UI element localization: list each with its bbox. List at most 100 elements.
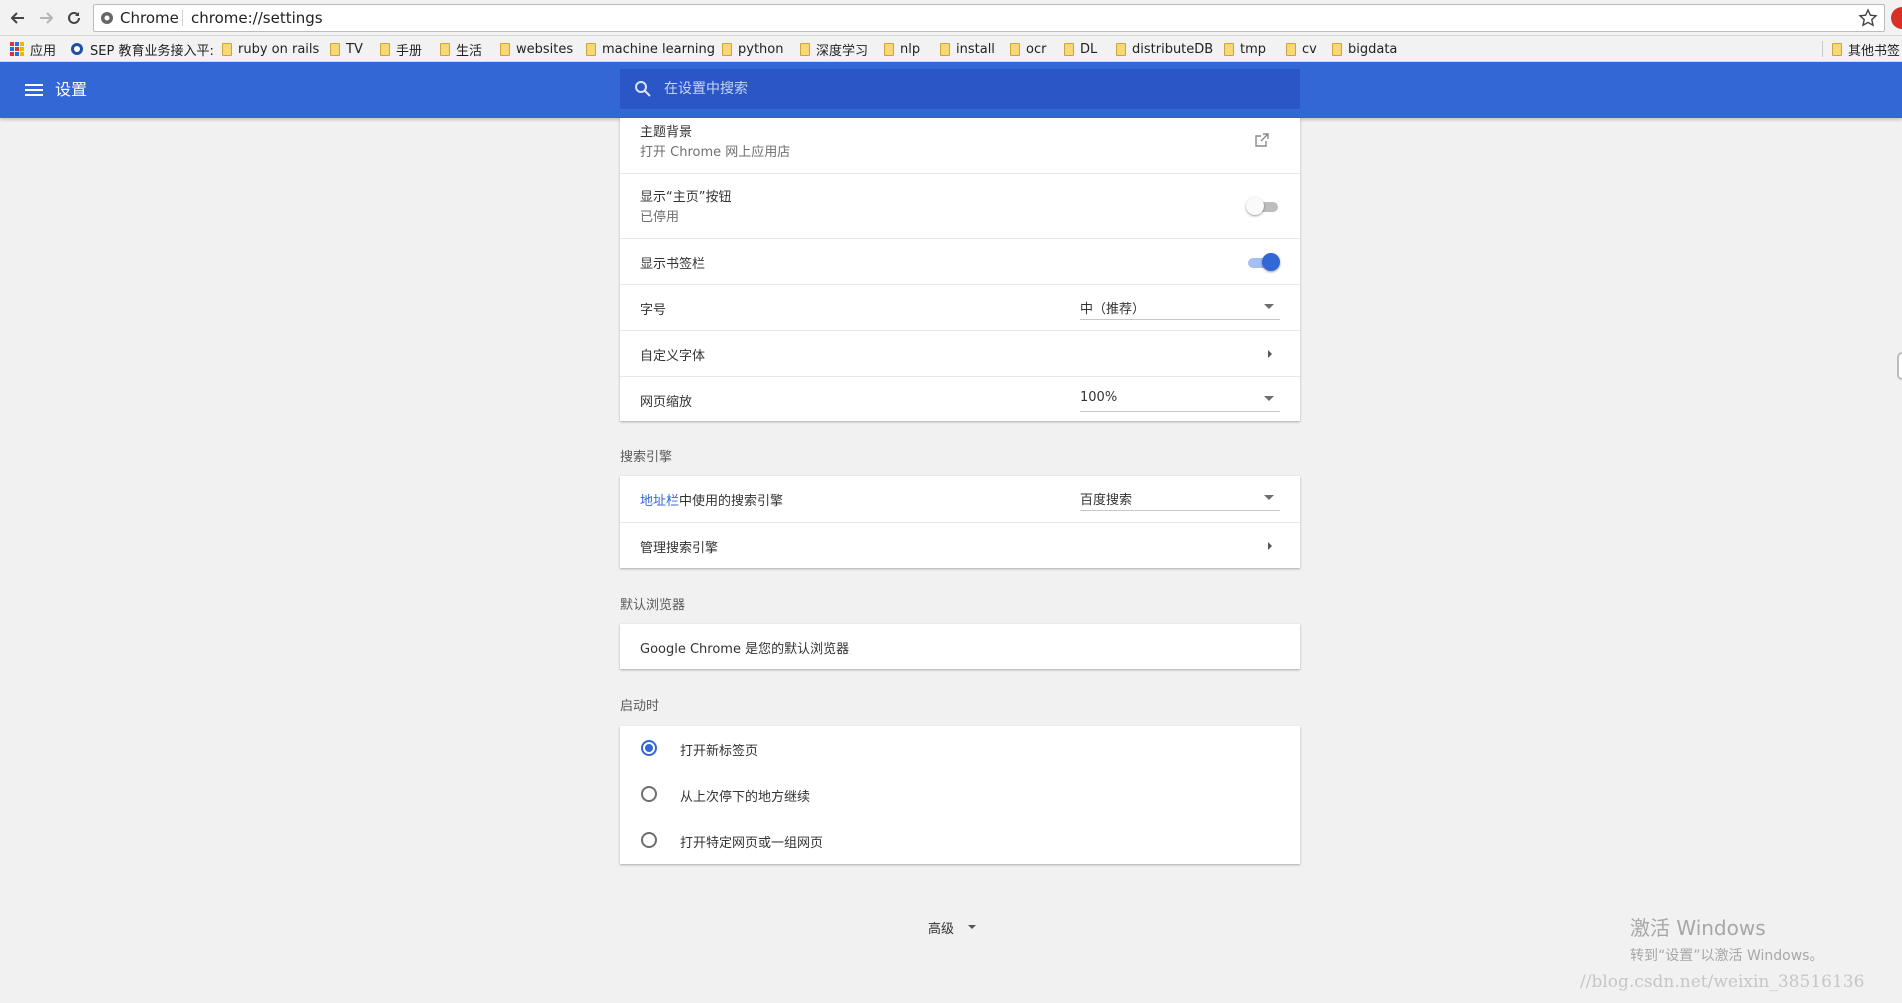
startup-option[interactable]: 打开特定网页或一组网页 <box>620 818 1300 864</box>
chrome-logo-icon <box>101 12 113 24</box>
theme-row[interactable]: 主题背景 打开 Chrome 网上应用店 <box>620 118 1300 173</box>
bookmark-folder-nlp[interactable]: nlp <box>884 36 920 62</box>
chevron-right-icon <box>1268 542 1272 550</box>
search-icon <box>635 81 651 97</box>
forward-arrow-icon[interactable] <box>34 6 58 30</box>
hamburger-menu-icon[interactable] <box>22 78 46 102</box>
reload-icon[interactable] <box>62 6 86 30</box>
search-input[interactable] <box>664 69 1284 109</box>
folder-icon <box>440 42 450 56</box>
font-size-row: 字号 中（推荐） <box>620 284 1300 330</box>
bookmark-folder-tv[interactable]: TV <box>330 36 363 62</box>
watermark-title: 激活 Windows <box>1630 916 1766 940</box>
bookmark-sep[interactable]: SEP 教育业务接入平: <box>70 36 214 62</box>
chevron-down-icon <box>968 925 977 929</box>
address-separator <box>182 10 183 26</box>
address-bar-link[interactable]: 地址栏 <box>640 494 679 509</box>
radio-button-checked[interactable] <box>641 740 657 756</box>
chevron-right-icon <box>1268 350 1272 358</box>
custom-fonts-label: 自定义字体 <box>640 349 706 364</box>
folder-icon <box>1832 42 1842 56</box>
page-zoom-label: 网页缩放 <box>640 395 693 410</box>
startup-option-label: 打开新标签页 <box>680 744 759 759</box>
bookmarks-bar-row[interactable]: 显示书签栏 <box>620 238 1300 284</box>
bookmark-folder-ruby[interactable]: ruby on rails <box>222 36 319 62</box>
bookmarks-bar: 应用 SEP 教育业务接入平: ruby on rails TV 手册 生活 w… <box>0 36 1902 62</box>
bookmark-folder-distributedb[interactable]: distributeDB <box>1116 36 1213 62</box>
side-panel-handle[interactable] <box>1897 352 1902 380</box>
bookmark-folder-dl-cn[interactable]: 深度学习 <box>800 36 868 62</box>
bookmark-folder-websites[interactable]: websites <box>500 36 573 62</box>
folder-icon <box>940 42 950 56</box>
custom-fonts-row[interactable]: 自定义字体 <box>620 330 1300 376</box>
folder-icon <box>1116 42 1126 56</box>
bookmark-folder-bigdata[interactable]: bigdata <box>1332 36 1397 62</box>
manage-search-engines-row[interactable]: 管理搜索引擎 <box>620 522 1300 568</box>
dropdown-caret-icon <box>1264 495 1274 500</box>
page-zoom-value: 100% <box>1080 390 1118 405</box>
address-bar-engine-label: 地址栏中使用的搜索引擎 <box>640 490 783 509</box>
startup-option-label: 打开特定网页或一组网页 <box>680 836 824 851</box>
bookmark-apps[interactable]: 应用 <box>10 36 56 62</box>
back-arrow-icon[interactable] <box>6 6 30 30</box>
default-browser-status: Google Chrome 是您的默认浏览器 <box>640 642 850 657</box>
external-link-icon[interactable] <box>1254 132 1270 148</box>
home-button-row[interactable]: 显示“主页”按钮 已停用 <box>620 173 1300 238</box>
home-button-toggle[interactable] <box>1246 196 1280 216</box>
search-engine-select[interactable]: 百度搜索 <box>1080 485 1280 511</box>
bookmark-folder-other[interactable]: 其他书签 <box>1832 36 1900 62</box>
radio-button[interactable] <box>641 832 657 848</box>
bookmark-label: nlp <box>900 41 921 57</box>
bookmark-label: cv <box>1302 41 1317 57</box>
folder-icon <box>330 42 340 56</box>
page-zoom-select[interactable]: 100% <box>1080 386 1280 412</box>
bookmark-star-icon[interactable] <box>1858 8 1878 28</box>
bookmark-label: DL <box>1080 41 1098 57</box>
bookmark-label: ruby on rails <box>238 41 320 57</box>
startup-option[interactable]: 从上次停下的地方继续 <box>620 772 1300 818</box>
bookmark-folder-ocr[interactable]: ocr <box>1010 36 1046 62</box>
advanced-button[interactable]: 高级 <box>928 917 977 937</box>
search-engine-section-title: 搜索引擎 <box>620 450 673 465</box>
settings-search[interactable] <box>620 69 1300 109</box>
manage-search-engines-label: 管理搜索引擎 <box>640 541 719 556</box>
address-bar[interactable]: Chrome chrome://settings <box>93 4 1885 32</box>
address-bar-engine-text: 中使用的搜索引擎 <box>679 494 784 509</box>
url-text[interactable]: chrome://settings <box>191 5 323 31</box>
bookmark-folder-install[interactable]: install <box>940 36 995 62</box>
theme-sub: 打开 Chrome 网上应用店 <box>640 145 791 160</box>
bookmarks-bar-toggle[interactable] <box>1246 252 1280 272</box>
bookmark-label: 其他书签 <box>1848 43 1901 59</box>
address-bar-engine-row: 地址栏中使用的搜索引擎 百度搜索 <box>620 476 1300 522</box>
bookmark-label: python <box>738 41 784 57</box>
sep-logo-icon <box>71 43 83 55</box>
home-button-label: 显示“主页”按钮 <box>640 190 732 205</box>
watermark-subtitle: 转到“设置”以激活 Windows。 <box>1630 948 1824 964</box>
dropdown-caret-icon <box>1264 396 1274 401</box>
bookmark-label: TV <box>346 41 363 57</box>
extension-icon[interactable] <box>1891 7 1902 29</box>
bookmark-folder-dl[interactable]: DL <box>1064 36 1097 62</box>
bookmark-folder-manual[interactable]: 手册 <box>380 36 422 62</box>
folder-icon <box>380 42 390 56</box>
font-size-select[interactable]: 中（推荐） <box>1080 294 1280 320</box>
bookmark-folder-ml[interactable]: machine learning <box>586 36 715 62</box>
windows-activation-watermark: 激活 Windows 转到“设置”以激活 Windows。 <box>1630 912 1823 965</box>
bookmarks-divider <box>1822 41 1823 57</box>
default-browser-section-title: 默认浏览器 <box>620 598 686 613</box>
bookmark-label: distributeDB <box>1132 41 1214 57</box>
bookmark-label: bigdata <box>1348 41 1398 57</box>
startup-option[interactable]: 打开新标签页 <box>620 726 1300 772</box>
startup-card: 打开新标签页 从上次停下的地方继续 打开特定网页或一组网页 <box>620 726 1300 864</box>
bookmark-folder-cv[interactable]: cv <box>1286 36 1317 62</box>
default-browser-card: Google Chrome 是您的默认浏览器 <box>620 624 1300 669</box>
bookmark-label: websites <box>516 41 574 57</box>
bookmark-folder-life[interactable]: 生活 <box>440 36 482 62</box>
bookmark-folder-python[interactable]: python <box>722 36 783 62</box>
bookmark-folder-tmp[interactable]: tmp <box>1224 36 1266 62</box>
font-size-label: 字号 <box>640 303 667 318</box>
folder-icon <box>884 42 894 56</box>
bookmark-label: 生活 <box>456 43 483 59</box>
radio-button[interactable] <box>641 786 657 802</box>
page-zoom-row: 网页缩放 100% <box>620 376 1300 421</box>
